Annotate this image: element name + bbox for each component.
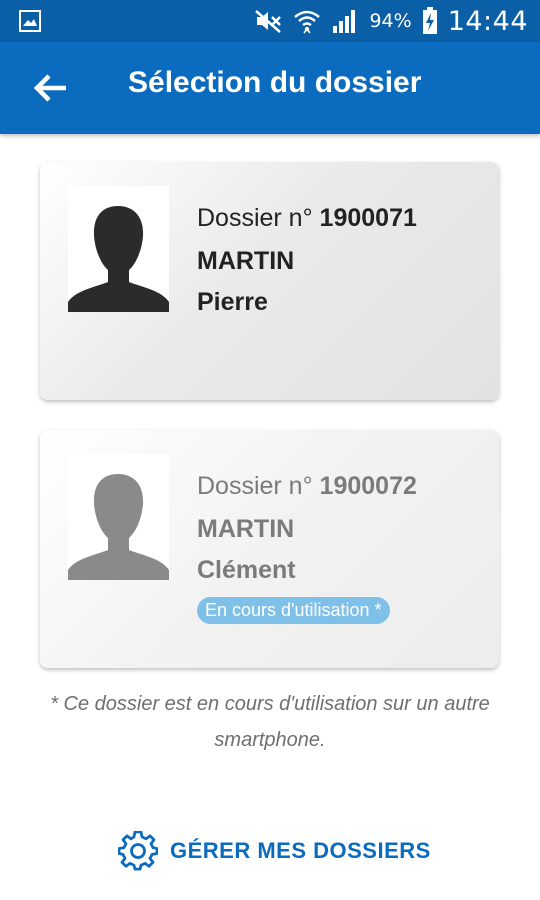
manage-dossiers-button[interactable]: GÉRER MES DOSSIERS bbox=[118, 828, 431, 874]
clock-time: 14:44 bbox=[447, 5, 528, 37]
app-bar: Sélection du dossier bbox=[0, 42, 540, 134]
manage-dossiers-label: GÉRER MES DOSSIERS bbox=[170, 838, 431, 863]
dossier-number-line: Dossier n° 1900072 bbox=[197, 472, 417, 501]
dossier-last-name: MARTIN bbox=[197, 247, 295, 275]
signal-icon bbox=[333, 10, 356, 33]
avatar bbox=[68, 186, 169, 312]
dossier-info: Dossier n° 1900071 MARTIN Pierre bbox=[197, 204, 417, 317]
back-arrow-icon[interactable] bbox=[30, 70, 70, 106]
wifi-icon bbox=[294, 10, 321, 34]
dossier-card-1900072[interactable]: Dossier n° 1900072 MARTIN Clément En cou… bbox=[40, 430, 499, 668]
status-bar: 94% 14:44 bbox=[0, 0, 540, 42]
page-title: Sélection du dossier bbox=[128, 66, 422, 99]
in-use-footnote: * Ce dossier est en cours d'utilisation … bbox=[50, 693, 490, 751]
battery-charging-icon bbox=[422, 7, 437, 34]
gear-icon bbox=[118, 831, 158, 871]
image-notification-icon bbox=[19, 10, 41, 32]
person-silhouette-icon bbox=[68, 206, 169, 312]
dossier-number-prefix: Dossier n° bbox=[197, 472, 320, 500]
dossier-number: 1900071 bbox=[319, 204, 417, 232]
mute-icon bbox=[255, 10, 282, 33]
dossier-first-name: Pierre bbox=[197, 288, 268, 316]
dossier-first-name: Clément bbox=[197, 556, 296, 584]
dossier-card-1900071[interactable]: Dossier n° 1900071 MARTIN Pierre bbox=[40, 162, 499, 400]
dossier-last-name: MARTIN bbox=[197, 515, 295, 543]
in-use-badge: En cours d'utilisation * bbox=[197, 597, 390, 624]
battery-percent: 94% bbox=[369, 10, 412, 32]
dossier-number-prefix: Dossier n° bbox=[197, 204, 320, 232]
dossier-number-line: Dossier n° 1900071 bbox=[197, 204, 417, 233]
person-silhouette-icon bbox=[68, 474, 169, 580]
dossier-number: 1900072 bbox=[319, 472, 417, 500]
avatar bbox=[68, 454, 169, 580]
dossier-info: Dossier n° 1900072 MARTIN Clément En cou… bbox=[197, 472, 417, 624]
